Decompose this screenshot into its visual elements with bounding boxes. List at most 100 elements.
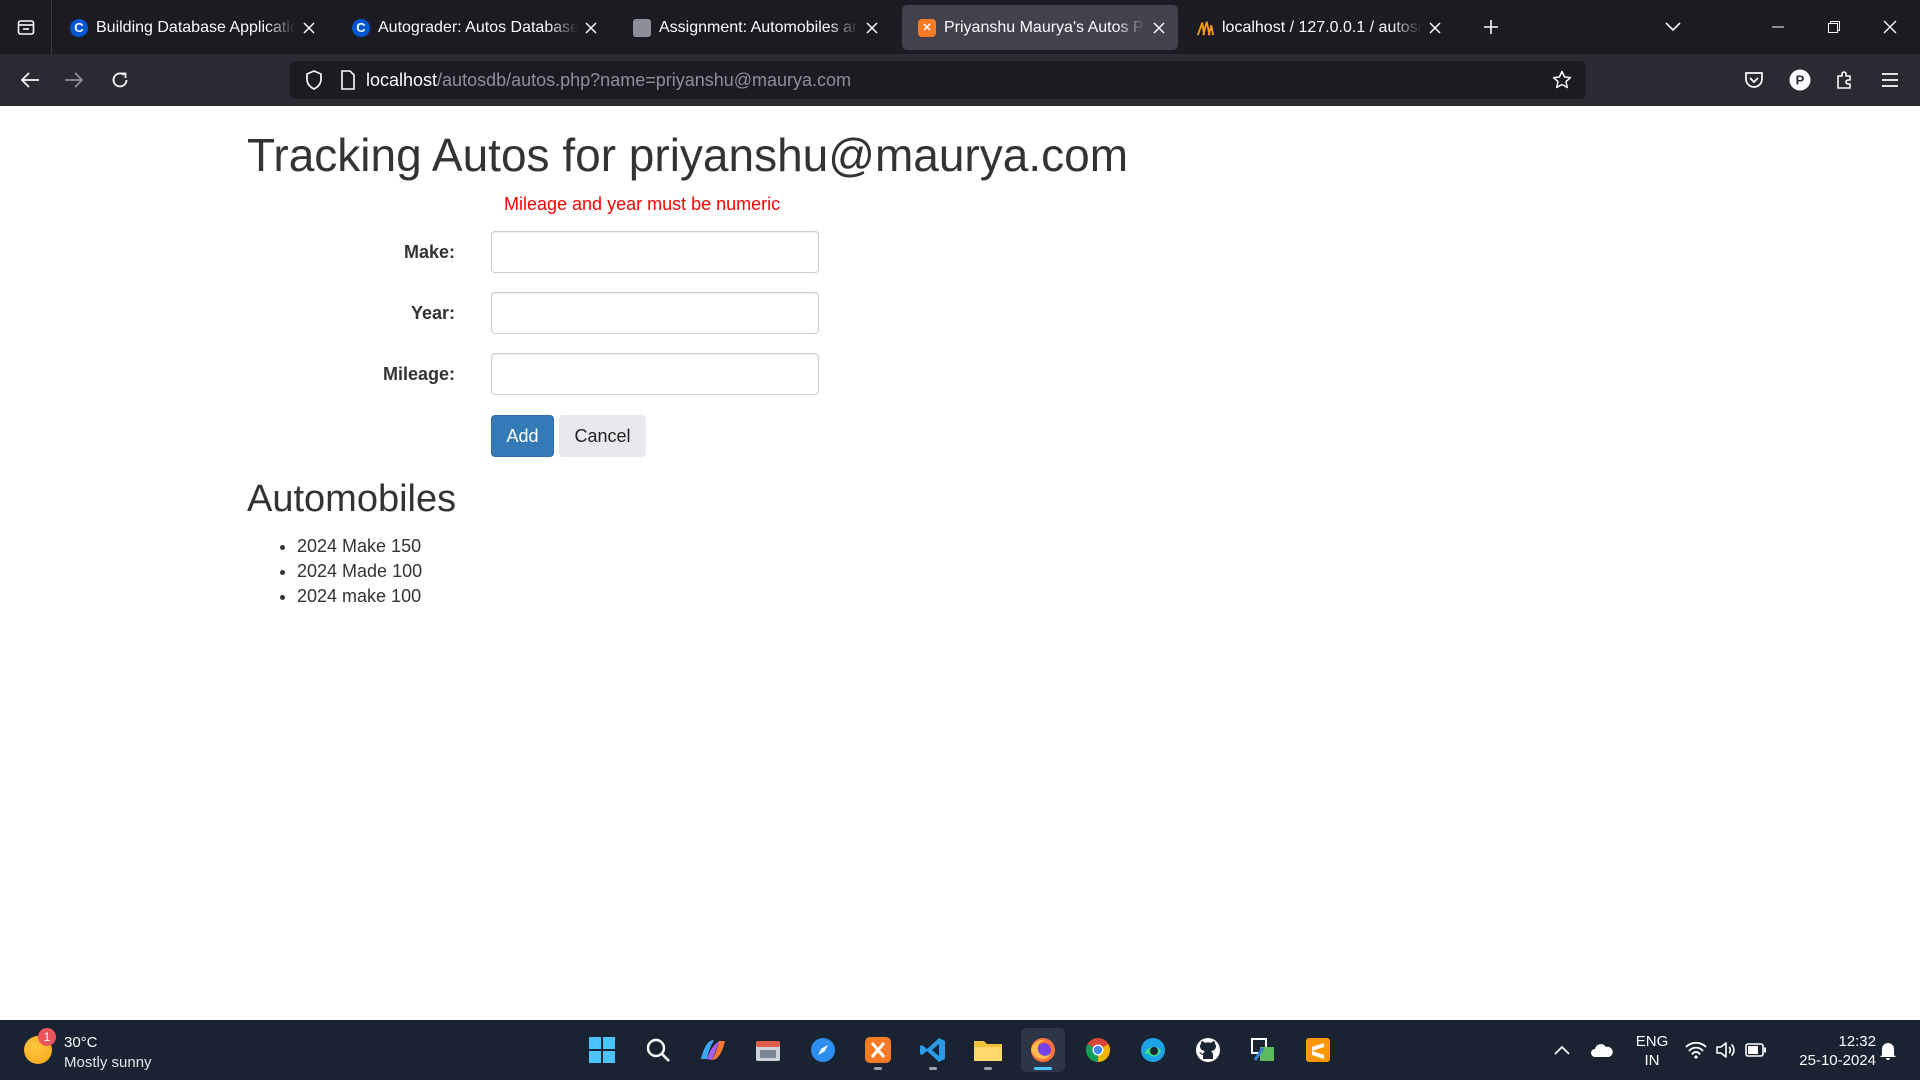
year-row: Year: bbox=[0, 292, 900, 334]
search-button[interactable] bbox=[636, 1028, 680, 1072]
app-menu-button[interactable] bbox=[1872, 62, 1908, 98]
wifi-button[interactable] bbox=[1680, 1034, 1712, 1066]
cloud-icon bbox=[1591, 1044, 1613, 1057]
page-content: Tracking Autos for priyanshu@maurya.com … bbox=[0, 106, 1920, 1020]
running-indicator bbox=[874, 1067, 882, 1070]
firefox-icon bbox=[1031, 1038, 1055, 1062]
sublime-text-button[interactable] bbox=[1296, 1028, 1340, 1072]
make-label: Make: bbox=[403, 242, 455, 262]
tab-title: Assignment: Automobiles and D bbox=[659, 18, 859, 36]
tab-autograder[interactable]: C Autograder: Autos Database | C bbox=[336, 5, 610, 50]
mileage-label: Mileage: bbox=[382, 364, 455, 384]
reload-button[interactable] bbox=[102, 62, 138, 98]
restore-button[interactable] bbox=[1806, 0, 1862, 54]
url-bar[interactable]: localhost/autosdb/autos.php?name=priyans… bbox=[290, 61, 1586, 99]
github-button[interactable] bbox=[1186, 1028, 1230, 1072]
tab-phpmyadmin[interactable]: localhost / 127.0.0.1 / autosdb / bbox=[1180, 5, 1454, 50]
weather-condition: Mostly sunny bbox=[64, 1054, 152, 1071]
system-clock[interactable]: 12:32 25-10-2024 bbox=[1780, 1032, 1876, 1070]
clock-date: 25-10-2024 bbox=[1799, 1052, 1876, 1069]
new-tab-button[interactable] bbox=[1474, 10, 1508, 44]
phpmyadmin-icon bbox=[1196, 19, 1214, 37]
mileage-input[interactable] bbox=[491, 353, 819, 395]
bookmark-star-icon[interactable] bbox=[1546, 64, 1578, 96]
tab-assignment[interactable]: Assignment: Automobiles and D bbox=[617, 5, 891, 50]
file-viewer-button[interactable] bbox=[746, 1028, 790, 1072]
pocket-button[interactable] bbox=[1736, 62, 1772, 98]
show-hidden-icons-button[interactable] bbox=[1546, 1034, 1578, 1066]
close-icon[interactable] bbox=[300, 19, 318, 37]
page-title: Tracking Autos for priyanshu@maurya.com bbox=[247, 129, 1129, 181]
close-icon[interactable] bbox=[1150, 19, 1168, 37]
forward-button[interactable] bbox=[56, 62, 92, 98]
notification-center-button[interactable] bbox=[1872, 1034, 1904, 1066]
xampp-icon: ✕ bbox=[918, 18, 936, 37]
snipping-tool-button[interactable] bbox=[1241, 1028, 1285, 1072]
safari-button[interactable] bbox=[801, 1028, 845, 1072]
start-button[interactable] bbox=[580, 1028, 624, 1072]
xampp-button[interactable] bbox=[856, 1028, 900, 1072]
minimize-button[interactable] bbox=[1750, 0, 1806, 54]
tracking-protection-shield-icon[interactable] bbox=[298, 64, 330, 96]
puzzle-icon bbox=[1837, 71, 1851, 89]
cancel-button[interactable]: Cancel bbox=[559, 415, 646, 457]
copilot-button[interactable] bbox=[691, 1028, 735, 1072]
tab-title: Building Database Applications bbox=[96, 18, 296, 36]
firefox-button[interactable] bbox=[1021, 1028, 1065, 1072]
edge-button[interactable] bbox=[1131, 1028, 1175, 1072]
volume-button[interactable] bbox=[1710, 1034, 1742, 1066]
running-indicator bbox=[984, 1067, 992, 1070]
battery-button[interactable] bbox=[1740, 1034, 1772, 1066]
pocket-icon bbox=[1745, 72, 1763, 88]
speaker-icon bbox=[1716, 1042, 1735, 1058]
reload-icon bbox=[112, 72, 128, 88]
weather-temperature: 30°C bbox=[64, 1034, 98, 1051]
extensions-button[interactable] bbox=[1827, 62, 1863, 98]
windows-start-icon bbox=[589, 1037, 615, 1063]
url-path: /autosdb/autos.php?name=priyanshu@maurya… bbox=[437, 70, 852, 90]
running-indicator bbox=[1034, 1067, 1052, 1070]
onedrive-button[interactable] bbox=[1586, 1034, 1618, 1066]
close-icon[interactable] bbox=[1426, 19, 1444, 37]
page-info-icon[interactable] bbox=[332, 64, 364, 96]
tab-title: localhost / 127.0.0.1 / autosdb / bbox=[1222, 18, 1422, 36]
edge-icon bbox=[1141, 1038, 1165, 1062]
make-input[interactable] bbox=[491, 231, 819, 273]
vscode-button[interactable] bbox=[911, 1028, 955, 1072]
running-indicator bbox=[929, 1067, 937, 1070]
hamburger-menu-icon bbox=[1882, 73, 1898, 87]
restore-icon bbox=[1828, 21, 1840, 33]
tab-overflow-button[interactable] bbox=[1656, 10, 1690, 44]
automobiles-heading: Automobiles bbox=[247, 478, 457, 520]
account-button[interactable]: P bbox=[1782, 62, 1818, 98]
xampp-icon bbox=[865, 1037, 891, 1063]
arrow-left-icon bbox=[20, 72, 39, 88]
plus-icon bbox=[1484, 20, 1498, 34]
back-button[interactable] bbox=[12, 62, 48, 98]
close-window-button[interactable] bbox=[1862, 0, 1918, 54]
bell-icon bbox=[1880, 1043, 1896, 1060]
file-viewer-icon bbox=[756, 1041, 780, 1061]
account-avatar-icon: P bbox=[1789, 69, 1811, 91]
tab-autos-page[interactable]: ✕ Priyanshu Maurya's Autos Page bbox=[902, 5, 1178, 50]
sublime-text-icon bbox=[1306, 1038, 1330, 1062]
list-all-tabs-button[interactable] bbox=[0, 0, 52, 54]
minimize-icon bbox=[1772, 26, 1784, 28]
url-text[interactable]: localhost/autosdb/autos.php?name=priyans… bbox=[366, 61, 851, 99]
url-host: localhost bbox=[366, 70, 438, 90]
year-input[interactable] bbox=[491, 292, 819, 334]
add-button[interactable]: Add bbox=[491, 415, 554, 457]
close-icon[interactable] bbox=[863, 19, 881, 37]
close-icon[interactable] bbox=[582, 19, 600, 37]
clock-time: 12:32 bbox=[1838, 1033, 1876, 1050]
tab-building-database-applications[interactable]: C Building Database Applications bbox=[54, 5, 328, 50]
file-explorer-icon bbox=[974, 1041, 1002, 1061]
notification-badge: 1 bbox=[38, 1028, 56, 1046]
chrome-button[interactable] bbox=[1076, 1028, 1120, 1072]
automobiles-list: 2024 Make 150 2024 Made 100 2024 make 10… bbox=[297, 534, 422, 609]
file-explorer-button[interactable] bbox=[966, 1028, 1010, 1072]
weather-widget[interactable]: 1 30°C Mostly sunny bbox=[24, 1026, 204, 1074]
tab-list-icon bbox=[17, 20, 34, 35]
list-item: 2024 Make 150 bbox=[297, 534, 422, 559]
input-language-indicator[interactable]: ENG IN bbox=[1628, 1032, 1676, 1070]
